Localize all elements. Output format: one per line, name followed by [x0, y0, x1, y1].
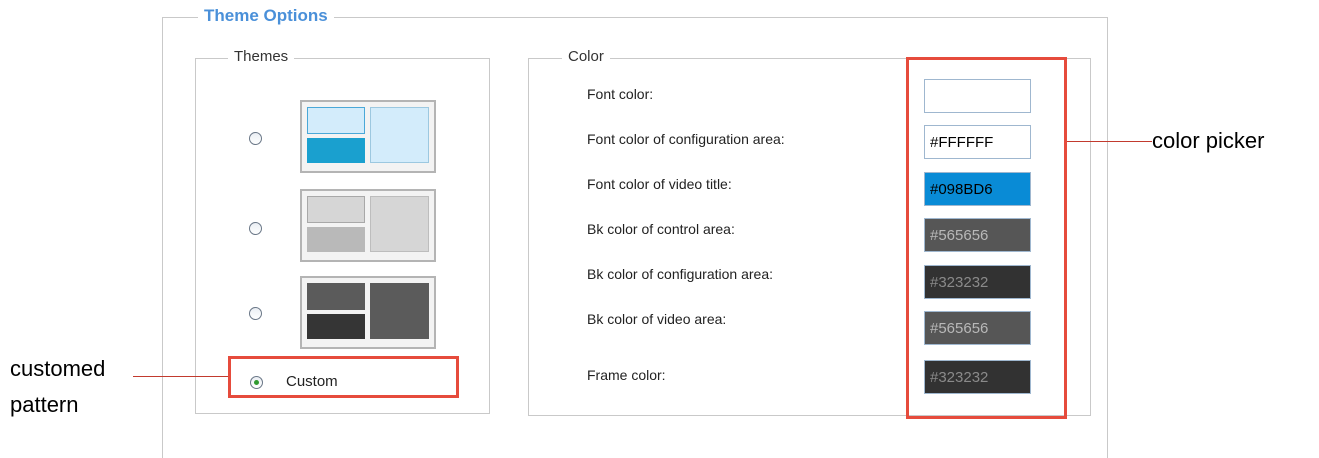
- color-picker-highlight-box: [906, 57, 1067, 419]
- control-bk-color-label: Bk color of control area:: [587, 221, 735, 237]
- color-legend: Color: [562, 48, 610, 65]
- video-title-font-color-label: Font color of video title:: [587, 176, 732, 192]
- config-bk-color-label: Bk color of configuration area:: [587, 266, 773, 282]
- theme-options-title: Theme Options: [198, 6, 334, 26]
- theme-radio-dark[interactable]: [249, 307, 262, 320]
- preview-panel-bottom: [307, 138, 365, 163]
- themes-legend: Themes: [228, 48, 295, 65]
- preview-panel-top: [307, 107, 365, 134]
- color-picker-annotation: color picker: [1152, 128, 1265, 153]
- config-font-color-label: Font color of configuration area:: [587, 131, 785, 147]
- preview-panel-main: [370, 107, 429, 163]
- preview-panel-bottom: [307, 314, 365, 339]
- theme-preview-dark[interactable]: [300, 276, 436, 349]
- color-picker-callout-line: [1067, 141, 1152, 142]
- customed-pattern-annotation-line2: pattern: [10, 392, 79, 417]
- theme-radio-gray[interactable]: [249, 222, 262, 235]
- frame-color-label: Frame color:: [587, 367, 666, 383]
- customed-pattern-callout-line: [133, 376, 228, 377]
- theme-preview-gray[interactable]: [300, 189, 436, 262]
- font-color-label: Font color:: [587, 86, 654, 102]
- customed-pattern-annotation-line1: customed: [10, 356, 106, 381]
- preview-panel-top: [307, 196, 365, 223]
- preview-panel-bottom: [307, 227, 365, 252]
- video-bk-color-label: Bk color of video area:: [587, 311, 727, 327]
- theme-preview-blue[interactable]: [300, 100, 436, 173]
- preview-panel-top: [307, 283, 365, 310]
- theme-radio-blue[interactable]: [249, 132, 262, 145]
- preview-panel-main: [370, 283, 429, 339]
- custom-highlight-box: [228, 356, 459, 398]
- preview-panel-main: [370, 196, 429, 252]
